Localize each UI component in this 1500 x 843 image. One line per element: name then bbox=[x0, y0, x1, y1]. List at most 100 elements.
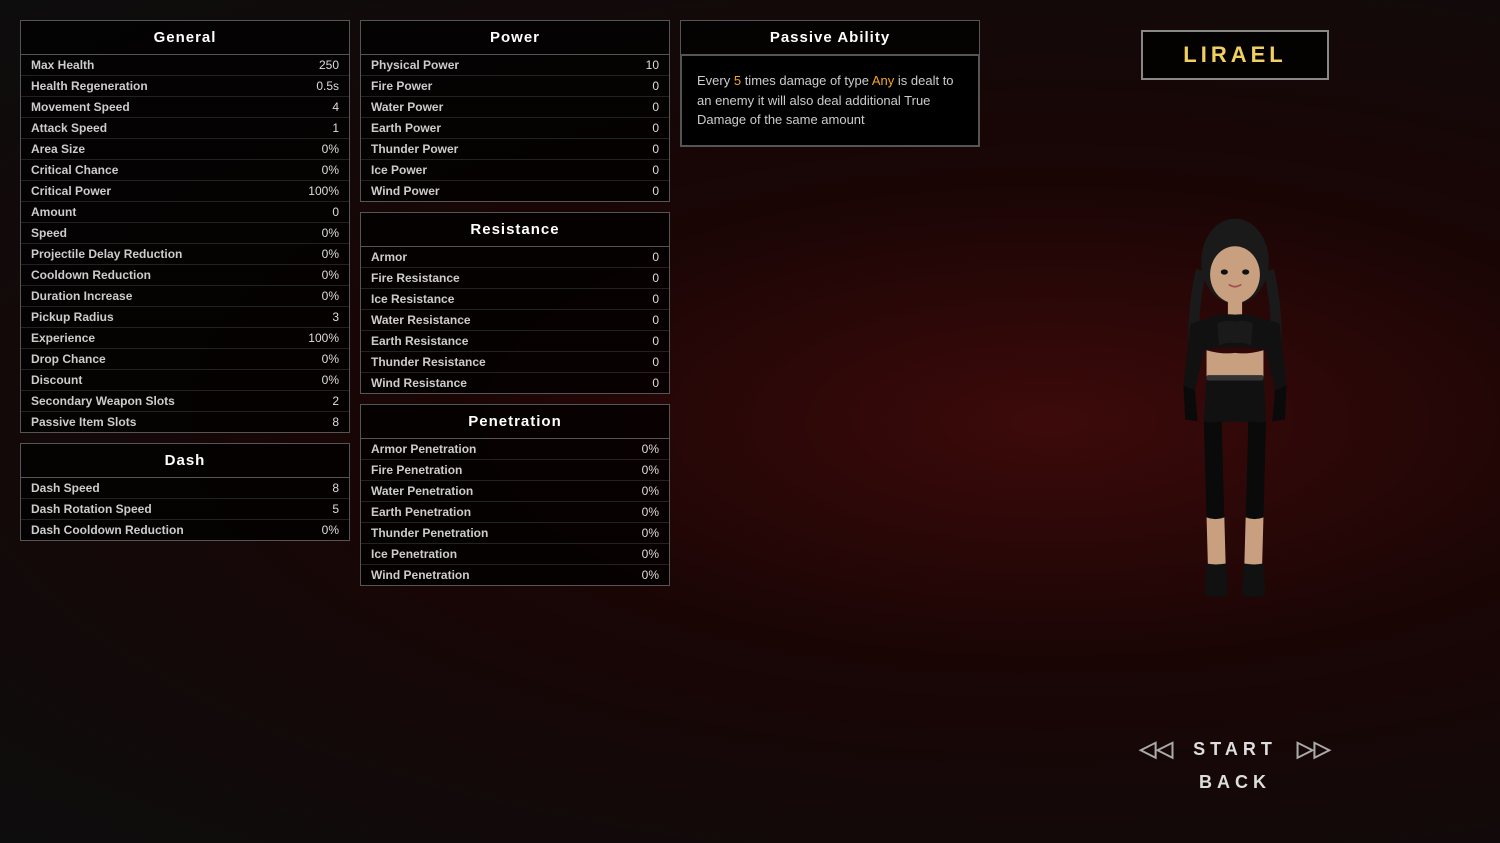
stat-value: 0% bbox=[619, 505, 659, 519]
stat-value: 0 bbox=[619, 376, 659, 390]
stat-label: Discount bbox=[31, 373, 82, 387]
stat-value: 250 bbox=[299, 58, 339, 72]
stat-value: 8 bbox=[299, 481, 339, 495]
stat-label: Dash Speed bbox=[31, 481, 100, 495]
stat-label: Water Resistance bbox=[371, 313, 471, 327]
passive-highlight-1: 5 bbox=[734, 73, 741, 88]
table-row: Cooldown Reduction0% bbox=[21, 265, 349, 286]
stat-value: 0% bbox=[299, 142, 339, 156]
middle-column: Power Physical Power10Fire Power0Water P… bbox=[360, 20, 670, 823]
table-row: Ice Power 0 bbox=[361, 160, 669, 181]
stat-label: Armor Penetration bbox=[371, 442, 476, 456]
table-row: Experience 100% bbox=[21, 328, 349, 349]
table-row: Thunder Power0 bbox=[361, 139, 669, 160]
power-panel: Power Physical Power10Fire Power0Water P… bbox=[360, 20, 670, 202]
stat-label: Projectile Delay Reduction bbox=[31, 247, 182, 261]
table-row: Critical Chance0% bbox=[21, 160, 349, 181]
stat-label: Duration Increase bbox=[31, 289, 132, 303]
stat-value: 0% bbox=[299, 226, 339, 240]
start-label[interactable]: START bbox=[1193, 739, 1277, 760]
stat-label: Experience bbox=[31, 331, 95, 345]
character-name-box: LIRAEL bbox=[1141, 30, 1328, 80]
stat-label: Critical Power bbox=[31, 184, 111, 198]
stat-value: 8 bbox=[299, 415, 339, 429]
stat-label: Secondary Weapon Slots bbox=[31, 394, 175, 408]
stat-label: Wind Resistance bbox=[371, 376, 467, 390]
resistance-header: Resistance bbox=[361, 213, 669, 247]
stat-value: 0% bbox=[619, 547, 659, 561]
table-row: Drop Chance0% bbox=[21, 349, 349, 370]
stat-value: 100% bbox=[299, 331, 339, 345]
table-row: Earth Resistance0 bbox=[361, 331, 669, 352]
stat-value: 4 bbox=[299, 100, 339, 114]
stat-value: 10 bbox=[619, 58, 659, 72]
stat-value: 0 bbox=[619, 79, 659, 93]
character-name: LIRAEL bbox=[1183, 42, 1286, 67]
table-row: Area Size0% bbox=[21, 139, 349, 160]
stat-value: 0% bbox=[299, 373, 339, 387]
stat-value: 5 bbox=[299, 502, 339, 516]
stat-label: Ice Power bbox=[371, 163, 427, 177]
stat-value: 0 bbox=[619, 121, 659, 135]
table-row: Amount0 bbox=[21, 202, 349, 223]
prev-character-button[interactable]: ◁◁ bbox=[1139, 736, 1173, 762]
table-row: Earth Power 0 bbox=[361, 118, 669, 139]
stat-label: Water Power bbox=[371, 100, 443, 114]
dash-stats-list: Dash Speed 8 Dash Rotation Speed 5 Dash Cool… bbox=[21, 478, 349, 540]
table-row: Dash Rotation Speed 5 bbox=[21, 499, 349, 520]
passive-panel-box: Passive Ability Every 5 times damage of … bbox=[680, 20, 980, 147]
stat-label: Dash Rotation Speed bbox=[31, 502, 152, 516]
stat-label: Amount bbox=[31, 205, 76, 219]
table-row: Ice Resistance0 bbox=[361, 289, 669, 310]
table-row: Physical Power 10 bbox=[361, 55, 669, 76]
dash-panel: Dash Dash Speed8Dash Rotation Speed5Dash… bbox=[20, 443, 350, 541]
stat-value: 0.5s bbox=[299, 79, 339, 93]
stat-value: 1 bbox=[299, 121, 339, 135]
penetration-panel: Penetration Armor Penetration0%Fire Pene… bbox=[360, 404, 670, 586]
table-row: Attack Speed1 bbox=[21, 118, 349, 139]
table-row: Health Regeneration0.5s bbox=[21, 76, 349, 97]
table-row: Secondary Weapon Slots 2 bbox=[21, 391, 349, 412]
stat-value: 2 bbox=[299, 394, 339, 408]
passive-header: Passive Ability bbox=[681, 21, 979, 55]
stat-value: 0% bbox=[299, 523, 339, 537]
character-area: LIRAEL bbox=[990, 20, 1480, 823]
stat-label: Critical Chance bbox=[31, 163, 118, 177]
stat-label: Thunder Resistance bbox=[371, 355, 486, 369]
stat-value: 0 bbox=[619, 271, 659, 285]
table-row: Wind Resistance 0 bbox=[361, 373, 669, 393]
table-row: Thunder Resistance0 bbox=[361, 352, 669, 373]
stat-value: 0 bbox=[619, 313, 659, 327]
stat-label: Physical Power bbox=[371, 58, 459, 72]
stat-label: Armor bbox=[371, 250, 407, 264]
stat-label: Fire Penetration bbox=[371, 463, 462, 477]
stat-label: Wind Power bbox=[371, 184, 440, 198]
power-stats-list: Physical Power10Fire Power0Water Power0E… bbox=[361, 55, 669, 201]
stat-label: Thunder Power bbox=[371, 142, 458, 156]
next-character-button[interactable]: ▷▷ bbox=[1297, 736, 1331, 762]
table-row: Critical Power100% bbox=[21, 181, 349, 202]
table-row: Dash Cooldown Reduction0% bbox=[21, 520, 349, 540]
general-header: General bbox=[21, 21, 349, 55]
character-svg bbox=[1135, 208, 1335, 608]
table-row: Passive Item Slots 8 bbox=[21, 412, 349, 432]
stat-label: Earth Power bbox=[371, 121, 441, 135]
stat-label: Water Penetration bbox=[371, 484, 473, 498]
stat-value: 0 bbox=[619, 163, 659, 177]
table-row: Armor0 bbox=[361, 247, 669, 268]
table-row: Water Power0 bbox=[361, 97, 669, 118]
table-row: Movement Speed4 bbox=[21, 97, 349, 118]
stat-label: Drop Chance bbox=[31, 352, 106, 366]
stat-value: 0% bbox=[619, 463, 659, 477]
stat-label: Max Health bbox=[31, 58, 94, 72]
main-content: General Max Health250Health Regeneration… bbox=[0, 0, 1500, 843]
stat-value: 3 bbox=[299, 310, 339, 324]
table-row: Water Resistance 0 bbox=[361, 310, 669, 331]
table-row: Max Health 250 bbox=[21, 55, 349, 76]
stat-value: 0% bbox=[299, 289, 339, 303]
start-nav-row: ◁◁ START ▷▷ bbox=[1010, 736, 1460, 762]
stat-label: Passive Item Slots bbox=[31, 415, 136, 429]
table-row: Earth Penetration0% bbox=[361, 502, 669, 523]
back-button[interactable]: BACK bbox=[1199, 772, 1271, 793]
table-row: Duration Increase 0% bbox=[21, 286, 349, 307]
